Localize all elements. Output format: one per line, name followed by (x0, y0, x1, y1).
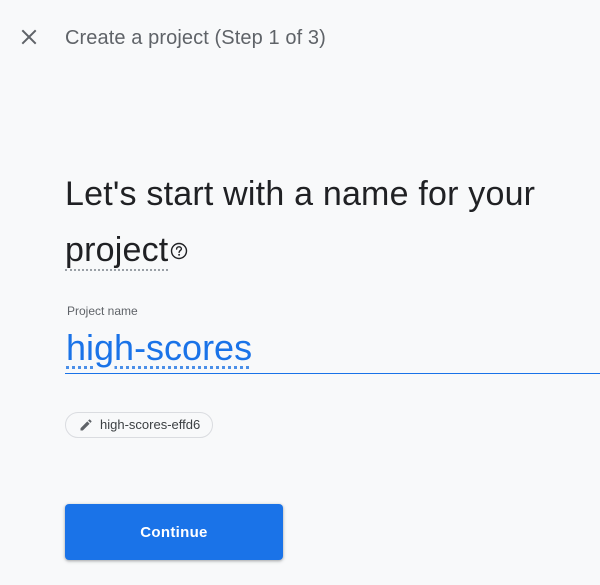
project-name-input[interactable] (65, 322, 600, 374)
project-id-chip[interactable]: high-scores-effd6 (65, 412, 214, 438)
headline-text: Let's start with a name for your (65, 175, 536, 213)
close-button[interactable] (14, 22, 44, 52)
project-id-text: high-scores-effd6 (100, 417, 201, 432)
project-term-link[interactable]: project (65, 231, 169, 271)
top-bar: Create a project (Step 1 of 3) (0, 0, 600, 76)
close-icon (21, 29, 37, 45)
page-headline: Let's start with a name for your project (65, 166, 585, 278)
help-circle-icon[interactable] (170, 221, 188, 260)
pencil-icon (80, 419, 92, 431)
project-name-label: Project name (67, 304, 138, 318)
wizard-step-title: Create a project (Step 1 of 3) (65, 27, 326, 49)
continue-button[interactable]: Continue (65, 504, 283, 560)
